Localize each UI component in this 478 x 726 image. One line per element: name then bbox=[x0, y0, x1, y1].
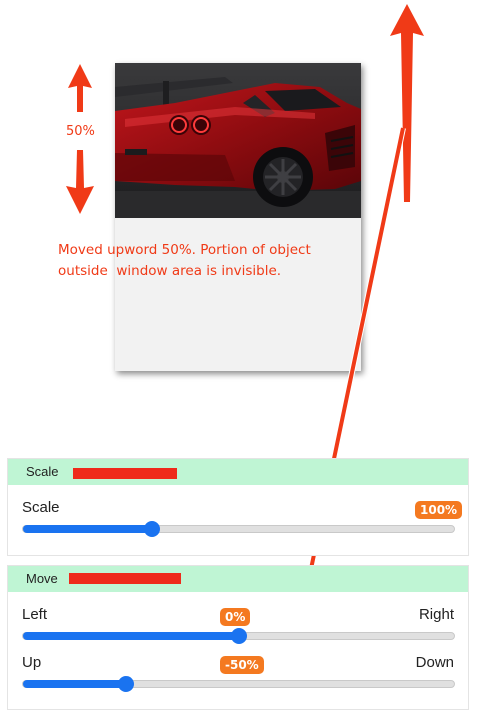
redaction-bar bbox=[73, 468, 177, 479]
scale-value-badge: 100% bbox=[415, 501, 463, 519]
horizontal-value-badge: 0% bbox=[220, 608, 251, 626]
vertical-value-badge: -50% bbox=[220, 656, 264, 674]
left-label: Left bbox=[22, 606, 48, 623]
annotation-caption-line-1: Moved upword 50%. Portion of object bbox=[58, 242, 311, 258]
annotation-percent-label: 50% bbox=[66, 124, 95, 139]
move-panel-title: Move bbox=[26, 571, 58, 586]
up-label: Up bbox=[22, 654, 42, 671]
move-panel-header: Move bbox=[8, 566, 468, 592]
horizontal-slider-fill bbox=[23, 632, 239, 640]
vertical-slider[interactable] bbox=[22, 676, 455, 692]
scale-panel-title: Scale bbox=[26, 464, 59, 479]
small-down-arrow-icon bbox=[66, 150, 94, 214]
move-panel: Move Left Right 0% Up Down -50% bbox=[7, 565, 469, 710]
preview-window bbox=[115, 63, 361, 371]
vertical-slider-fill bbox=[23, 680, 127, 688]
car-image bbox=[115, 63, 361, 218]
scale-panel: Scale Scale 100% bbox=[7, 458, 469, 556]
down-label: Down bbox=[415, 654, 454, 671]
small-up-arrow-icon bbox=[68, 64, 92, 112]
scale-slider-thumb[interactable] bbox=[144, 521, 161, 537]
large-up-arrow-icon bbox=[390, 4, 424, 202]
right-label: Right bbox=[418, 606, 454, 623]
annotation-caption: Moved upword 50%. Portion of object outs… bbox=[58, 240, 358, 282]
horizontal-slider-thumb[interactable] bbox=[230, 628, 247, 644]
redaction-bar bbox=[69, 573, 181, 584]
scale-slider[interactable] bbox=[22, 521, 455, 537]
vertical-slider-thumb[interactable] bbox=[118, 676, 135, 692]
scale-panel-header: Scale bbox=[8, 459, 468, 485]
scale-slider-fill bbox=[23, 525, 153, 533]
annotation-caption-line-2: outside window area is invisible. bbox=[58, 263, 282, 279]
scale-label: Scale bbox=[22, 499, 60, 516]
horizontal-slider[interactable] bbox=[22, 628, 455, 644]
